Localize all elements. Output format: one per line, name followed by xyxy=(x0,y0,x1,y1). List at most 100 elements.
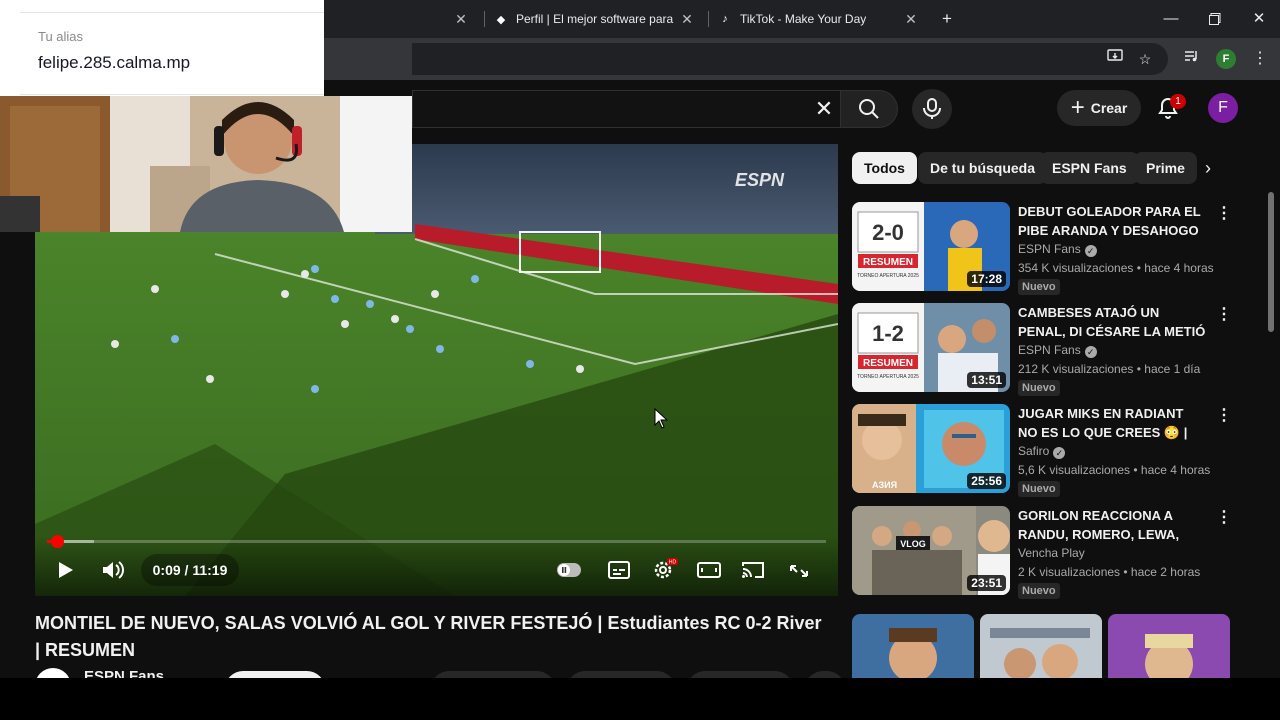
tab-close-icon[interactable]: ✕ xyxy=(902,10,920,28)
video-meta: 2 K visualizaciones • hace 2 horas xyxy=(1018,565,1201,579)
list-item[interactable]: АЗИЯ 25:56 JUGAR MIKS EN RADIANT NO ES L… xyxy=(852,404,1242,498)
play-button[interactable] xyxy=(47,556,83,584)
channel-avatar[interactable] xyxy=(35,668,71,678)
channel-row: ESPN Fans xyxy=(35,668,845,678)
channel-name[interactable]: Vencha Play xyxy=(1018,546,1085,560)
diamond-icon: ◆ xyxy=(496,13,506,26)
new-tab-plus-icon[interactable]: + xyxy=(938,10,956,28)
clear-search-icon[interactable]: ✕ xyxy=(812,97,836,121)
video-thumbnail[interactable]: 1-2 RESUMEN TORNEO APERTURA 2025 13:51 xyxy=(852,303,1010,392)
chevron-right-icon[interactable]: › xyxy=(1198,158,1218,178)
chip-prime[interactable]: Prime xyxy=(1134,152,1197,184)
volume-icon xyxy=(103,561,124,579)
channel-name[interactable]: ESPN Fans ✓ xyxy=(1018,242,1097,257)
shorts-thumbnail[interactable] xyxy=(852,614,974,678)
svg-text:HD: HD xyxy=(669,560,677,566)
video-title[interactable]: GORILON REACCIONA A RANDU, ROMERO, LEWA,… xyxy=(1018,506,1206,544)
time-display: 0:09 / 11:19 xyxy=(141,554,239,586)
video-title[interactable]: DEBUT GOLEADOR PARA EL PIBE ARANDA Y DES… xyxy=(1018,202,1206,240)
maximize-icon[interactable] xyxy=(1200,8,1230,30)
omnibox[interactable] xyxy=(412,43,1168,75)
page-scrollbar[interactable] xyxy=(1266,176,1276,678)
shorts-thumbnail[interactable] xyxy=(980,614,1102,678)
video-thumbnail[interactable]: VLOG 23:51 xyxy=(852,506,1010,595)
autoplay-toggle[interactable] xyxy=(551,556,587,584)
search-input[interactable] xyxy=(412,90,840,128)
close-window-icon[interactable]: ✕ xyxy=(1244,8,1274,30)
chrome-menu-icon[interactable]: ⋮ xyxy=(1252,48,1268,70)
create-button[interactable]: + Crear xyxy=(1057,90,1141,126)
list-item[interactable]: 2-0 RESUMEN TORNEO APERTURA 2025 17:28 DEB… xyxy=(852,202,1242,296)
install-app-icon[interactable] xyxy=(1104,48,1126,70)
chip-todos[interactable]: Todos xyxy=(852,152,917,184)
search-button[interactable] xyxy=(840,90,898,128)
volume-button[interactable] xyxy=(95,556,131,584)
video-duration: 17:28 xyxy=(967,271,1006,287)
voice-search-button[interactable] xyxy=(912,89,952,129)
subtitles-button[interactable] xyxy=(601,556,637,584)
settings-gear-icon: HD xyxy=(654,558,678,579)
tab-separator xyxy=(708,11,709,27)
tab-title: Perfil | El mejor software para p xyxy=(516,12,676,26)
video-title[interactable]: CAMBESES ATAJÓ UN PENAL, DI CÉSARE LA ME… xyxy=(1018,303,1206,341)
tab-close-icon[interactable]: ✕ xyxy=(678,10,696,28)
channel-name[interactable]: ESPN Fans ✓ xyxy=(1018,343,1097,358)
browser-tab-perfil[interactable]: ◆ Perfil | El mejor software para p ✕ xyxy=(494,6,696,32)
browser-tab-partial[interactable]: ✕ xyxy=(330,6,470,32)
autoplay-toggle-icon xyxy=(557,563,581,577)
list-item[interactable]: VLOG 23:51 GORILON REACCIONA A RANDU, RO… xyxy=(852,506,1242,600)
minimize-icon[interactable]: — xyxy=(1156,8,1186,30)
scrollbar-thumb[interactable] xyxy=(1268,192,1274,332)
list-item[interactable]: 1-2 RESUMEN TORNEO APERTURA 2025 13:51 CAM… xyxy=(852,303,1242,397)
tab-close-icon[interactable]: ✕ xyxy=(452,10,470,28)
svg-text:1-2: 1-2 xyxy=(872,321,904,346)
cast-icon xyxy=(742,562,764,578)
channel-name[interactable]: ESPN Fans xyxy=(84,668,164,678)
microphone-icon xyxy=(923,98,941,119)
browser-tab-tiktok[interactable]: ♪ TikTok - Make Your Day ✕ xyxy=(718,6,920,32)
fullscreen-icon xyxy=(790,565,808,577)
fullscreen-button[interactable] xyxy=(781,556,817,584)
media-controls-icon[interactable] xyxy=(1180,48,1202,70)
more-vert-icon[interactable]: ⋮ xyxy=(1216,305,1232,325)
theater-mode-icon xyxy=(697,562,721,578)
theater-mode-button[interactable] xyxy=(691,556,727,584)
chip-espn-fans[interactable]: ESPN Fans xyxy=(1040,152,1139,184)
video-duration: 13:51 xyxy=(967,372,1006,388)
more-vert-icon[interactable]: ⋮ xyxy=(1216,204,1232,224)
like-dislike-button[interactable] xyxy=(431,671,555,678)
new-badge: Nuevo xyxy=(1018,380,1060,396)
mouse-cursor-icon xyxy=(654,408,668,429)
tab-title: TikTok - Make Your Day xyxy=(740,12,867,26)
progress-bar[interactable] xyxy=(47,535,826,548)
notifications-count-badge: 1 xyxy=(1170,94,1186,109)
download-button[interactable] xyxy=(687,671,793,678)
play-icon xyxy=(59,562,73,578)
subscribe-button[interactable] xyxy=(225,671,325,678)
settings-button[interactable]: HD xyxy=(645,556,681,584)
divider xyxy=(20,94,324,95)
more-vert-icon[interactable]: ⋮ xyxy=(1216,406,1232,426)
share-button[interactable] xyxy=(567,671,675,678)
svg-text:TORNEO APERTURA 2025: TORNEO APERTURA 2025 xyxy=(857,273,919,279)
verified-check-icon: ✓ xyxy=(1053,447,1066,459)
channel-name[interactable]: Safiro ✓ xyxy=(1018,444,1066,459)
video-duration: 23:51 xyxy=(967,575,1006,591)
chrome-profile-avatar[interactable]: F xyxy=(1216,49,1236,69)
scrubber-handle[interactable] xyxy=(51,535,65,548)
video-thumbnail[interactable]: 2-0 RESUMEN TORNEO APERTURA 2025 17:28 xyxy=(852,202,1010,291)
player-controls: 0:09 / 11:19 HD xyxy=(35,535,838,596)
bookmark-star-icon[interactable]: ☆ xyxy=(1134,48,1156,70)
account-avatar[interactable]: F xyxy=(1208,93,1238,123)
more-actions-button[interactable] xyxy=(805,671,845,678)
tab-separator xyxy=(484,11,485,27)
chip-de-tu-busqueda[interactable]: De tu búsqueda xyxy=(918,152,1048,184)
more-vert-icon[interactable]: ⋮ xyxy=(1216,508,1232,528)
cast-button[interactable] xyxy=(735,556,771,584)
video-title[interactable]: JUGAR MIKS EN RADIANT NO ES LO QUE CREES… xyxy=(1018,404,1206,442)
svg-text:2-0: 2-0 xyxy=(872,220,904,245)
espn-watermark: ESPN xyxy=(735,170,785,190)
svg-text:VLOG: VLOG xyxy=(900,539,926,549)
video-thumbnail[interactable]: АЗИЯ 25:56 xyxy=(852,404,1010,493)
shorts-thumbnail[interactable] xyxy=(1108,614,1230,678)
